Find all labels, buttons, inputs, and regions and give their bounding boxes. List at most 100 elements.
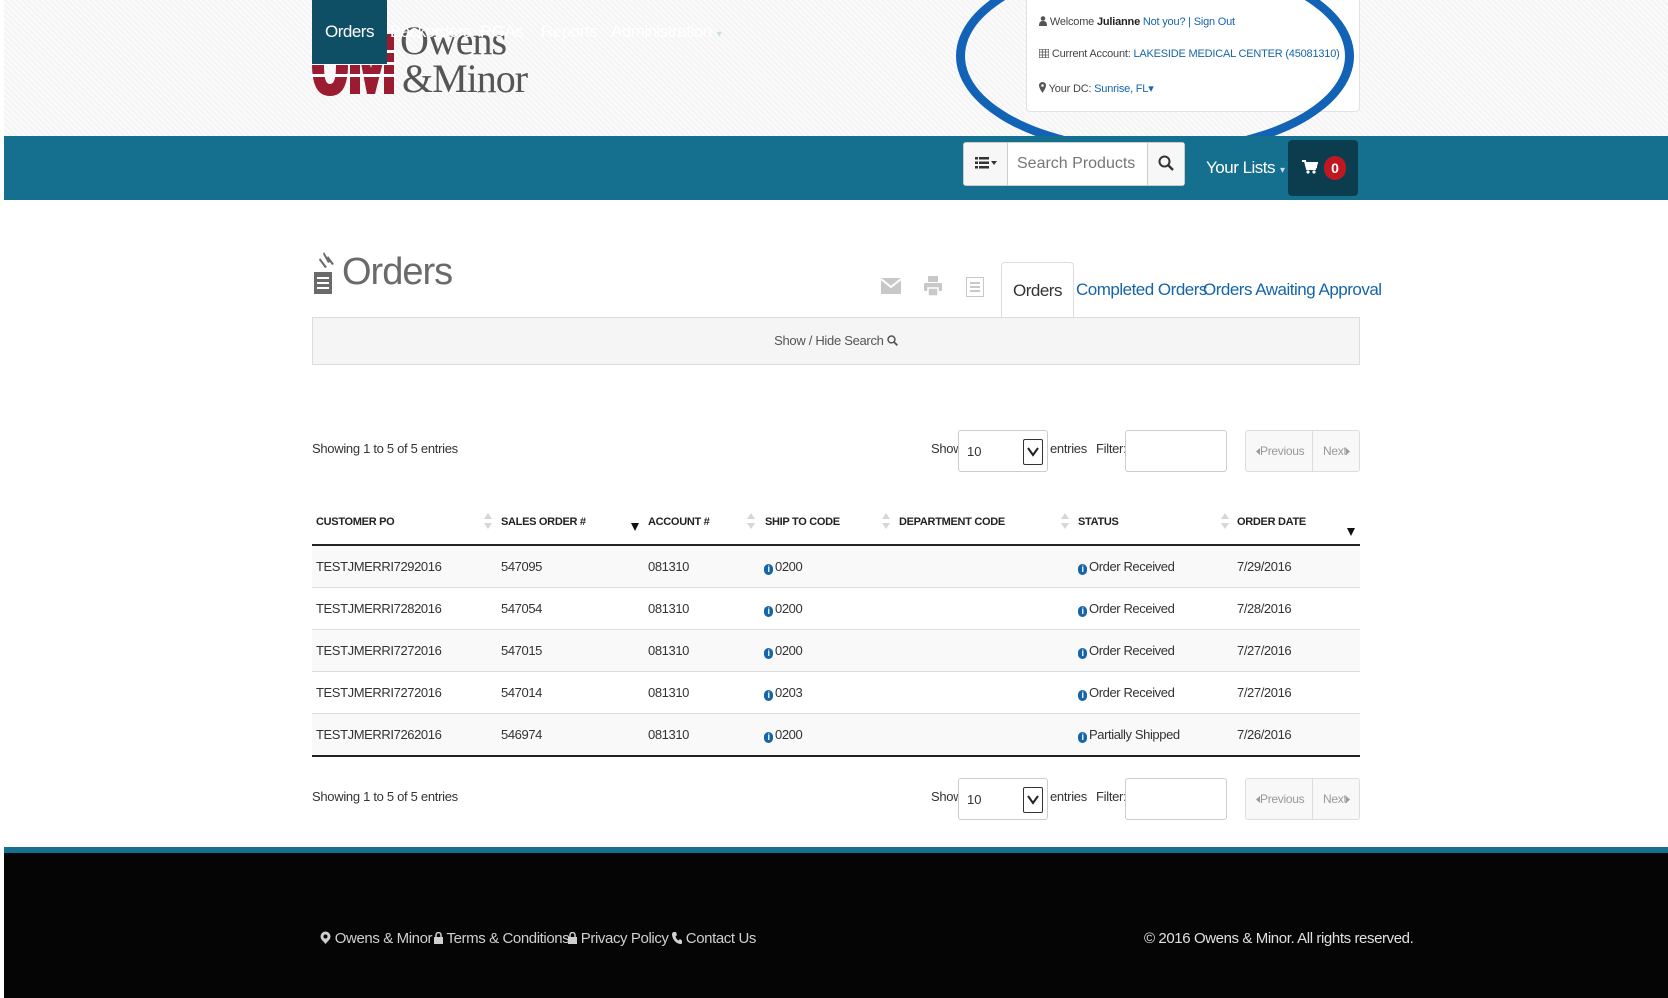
- filter-label: Filter:: [1096, 441, 1127, 456]
- page-length-select[interactable]: 10: [958, 430, 1048, 472]
- show-hide-search-label: Show / Hide Search: [774, 333, 884, 348]
- page-length-value: 10: [967, 444, 982, 459]
- tab-orders-awaiting-approval[interactable]: Orders Awaiting Approval: [1203, 262, 1382, 318]
- table-row[interactable]: TESTJMERRI7262016 546974 081310 i 0200 iP…: [312, 714, 1360, 756]
- status-cell[interactable]: i Order Received: [1078, 546, 1175, 588]
- info-icon[interactable]: i: [764, 690, 773, 701]
- nav-orders[interactable]: Orders: [312, 0, 387, 64]
- info-icon[interactable]: i: [764, 564, 773, 575]
- column-header-status[interactable]: STATUS: [1078, 516, 1119, 528]
- welcome-row: Welcome Julianne Not you? | Sign Out: [1039, 16, 1235, 28]
- status-cell[interactable]: i Order Received: [1078, 588, 1175, 630]
- print-icon[interactable]: [924, 276, 942, 296]
- table-row[interactable]: TESTJMERRI7282016 547054 081310 i 0200 iO…: [312, 588, 1360, 630]
- account-panel: Welcome Julianne Not you? | Sign Out Cur…: [1026, 0, 1360, 112]
- email-icon[interactable]: [881, 278, 901, 294]
- column-header-sales-order[interactable]: SALES ORDER #: [501, 516, 586, 528]
- nav-backorders[interactable]: Backorders: [390, 0, 471, 64]
- search-input[interactable]: [1009, 143, 1147, 185]
- show-hide-search-toggle[interactable]: Show / Hide Search: [312, 317, 1360, 365]
- entries-label: entries: [1050, 441, 1087, 456]
- list-menu-icon: [974, 157, 997, 169]
- filter-input[interactable]: [1125, 430, 1227, 472]
- sort-both-icon[interactable]: [746, 510, 756, 532]
- ship-to-cell[interactable]: i 0200: [764, 546, 803, 588]
- footer-link-privacy[interactable]: Privacy Policy: [568, 930, 669, 947]
- current-account-link[interactable]: LAKESIDE MEDICAL CENTER (45081310): [1133, 48, 1339, 60]
- ship-to-cell[interactable]: i 0200: [764, 630, 803, 672]
- customer-po-cell: TESTJMERRI7262016: [316, 727, 442, 742]
- next-button[interactable]: Next: [1323, 431, 1351, 471]
- list-icon[interactable]: [966, 277, 984, 297]
- pager-divider: [1312, 431, 1313, 471]
- info-icon[interactable]: i: [764, 732, 773, 743]
- nav-rgas[interactable]: RGAs: [480, 0, 524, 64]
- pagination: Previous Next: [1245, 430, 1360, 472]
- previous-button[interactable]: Previous: [1256, 779, 1305, 819]
- cart-button[interactable]: 0: [1288, 140, 1358, 196]
- filter-input[interactable]: [1125, 778, 1227, 820]
- order-date-cell: 7/26/2016: [1237, 727, 1292, 742]
- ship-to-cell[interactable]: i 0203: [764, 672, 803, 714]
- sign-out-link[interactable]: Sign Out: [1194, 16, 1235, 28]
- account-cell: 081310: [648, 601, 689, 616]
- search-category-menu[interactable]: [964, 143, 1008, 185]
- info-icon[interactable]: i: [1078, 564, 1087, 575]
- sort-both-icon[interactable]: [881, 510, 891, 532]
- ship-to-cell[interactable]: i 0200: [764, 714, 803, 756]
- column-header-department-code[interactable]: DEPARTMENT CODE: [899, 516, 1005, 528]
- order-date-cell: 7/27/2016: [1237, 643, 1292, 658]
- nav-reports[interactable]: Reports: [541, 0, 598, 64]
- column-header-account[interactable]: ACCOUNT #: [648, 516, 710, 528]
- select-dropdown-button[interactable]: [1023, 439, 1043, 465]
- column-header-customer-po[interactable]: CUSTOMER PO: [316, 516, 395, 528]
- info-icon[interactable]: i: [1078, 732, 1087, 743]
- status-cell[interactable]: i Partially Shipped: [1078, 714, 1180, 756]
- table-row[interactable]: TESTJMERRI7272016 547015 081310 i 0200 iO…: [312, 630, 1360, 672]
- sales-order-cell: 546974: [501, 727, 542, 742]
- footer-link-terms[interactable]: Terms & Conditions: [434, 930, 570, 947]
- account-cell: 081310: [648, 643, 689, 658]
- status-cell[interactable]: i Order Received: [1078, 630, 1175, 672]
- table-row[interactable]: TESTJMERRI7292016 547095 081310 i 0200 iO…: [312, 546, 1360, 588]
- entries-label: entries: [1050, 789, 1087, 804]
- main-navbar: [4, 136, 1668, 200]
- info-icon[interactable]: i: [1078, 606, 1087, 617]
- previous-button[interactable]: Previous: [1256, 431, 1305, 471]
- column-header-order-date[interactable]: ORDER DATE: [1237, 516, 1306, 528]
- customer-po-cell: TESTJMERRI7272016: [316, 643, 442, 658]
- select-dropdown-button[interactable]: [1023, 787, 1043, 813]
- status-cell[interactable]: i Order Received: [1078, 672, 1175, 714]
- your-lists-dropdown[interactable]: Your Lists ▾: [1206, 136, 1285, 200]
- footer-link-contact[interactable]: Contact Us: [672, 930, 756, 947]
- page-length-select[interactable]: 10: [958, 778, 1048, 820]
- next-button[interactable]: Next: [1323, 779, 1351, 819]
- info-icon[interactable]: i: [764, 648, 773, 659]
- tab-completed-orders[interactable]: Completed Orders: [1076, 262, 1207, 318]
- footer-link-owens-minor[interactable]: Owens & Minor: [320, 930, 433, 947]
- nav-administration[interactable]: Administration ▾: [611, 0, 722, 64]
- info-icon[interactable]: i: [1078, 690, 1087, 701]
- sort-desc-icon[interactable]: [1346, 521, 1356, 543]
- info-icon[interactable]: i: [1078, 648, 1087, 659]
- table-row[interactable]: TESTJMERRI7272016 547014 081310 i 0203 iO…: [312, 672, 1360, 714]
- sort-both-icon[interactable]: [1220, 510, 1230, 532]
- current-account-label: Current Account:: [1051, 48, 1131, 60]
- welcome-prefix: Welcome: [1049, 16, 1095, 28]
- table-icon: [1038, 48, 1050, 59]
- sort-both-icon[interactable]: [1060, 510, 1070, 532]
- chevron-down-icon: [1027, 447, 1039, 457]
- not-you-link[interactable]: Not you?: [1143, 16, 1186, 28]
- tab-orders[interactable]: Orders: [1001, 262, 1074, 318]
- dc-dropdown[interactable]: Sunrise, FL▾: [1094, 83, 1154, 95]
- info-icon[interactable]: i: [764, 606, 773, 617]
- sort-both-icon[interactable]: [483, 510, 493, 532]
- dc-value: Sunrise, FL: [1094, 83, 1149, 95]
- customer-po-cell: TESTJMERRI7282016: [316, 601, 442, 616]
- sort-desc-icon[interactable]: [630, 516, 640, 538]
- column-header-ship-to-code[interactable]: SHIP TO CODE: [765, 516, 840, 528]
- ship-to-cell[interactable]: i 0200: [764, 588, 803, 630]
- your-lists-label: Your Lists: [1206, 158, 1276, 177]
- search-button[interactable]: [1147, 143, 1184, 185]
- footer-link-label: Terms & Conditions: [446, 930, 570, 947]
